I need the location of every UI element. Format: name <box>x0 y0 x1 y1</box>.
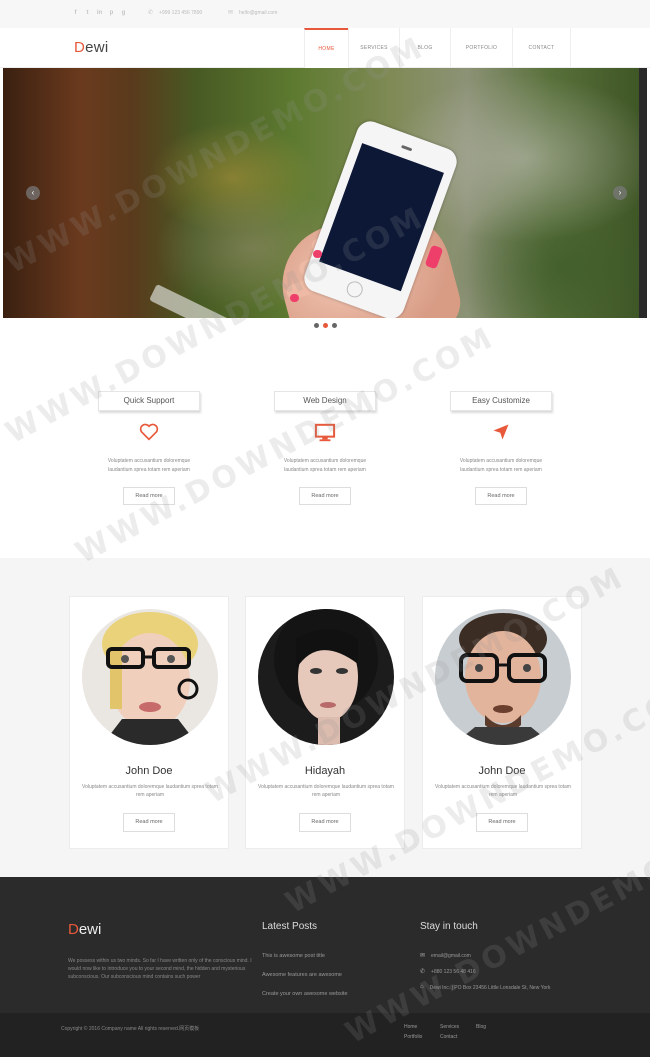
avatar <box>82 609 218 745</box>
post-link[interactable]: This is awesome post title <box>262 953 325 959</box>
team-name: John Doe <box>125 765 173 777</box>
team-section: John Doe Voluptatem accusantium doloremq… <box>0 558 650 878</box>
logo[interactable]: Dewi <box>74 39 109 56</box>
footer-logo-text: ewi <box>78 921 102 938</box>
navbar: Dewi Home Services Blog Portfolio Contac… <box>0 28 650 68</box>
avatar <box>258 609 394 745</box>
footer: Dewi We possess within us two minds. So … <box>0 877 650 1013</box>
team-text: Voluptatem accusantium doloremque laudan… <box>258 784 394 798</box>
team-name: Hidayah <box>304 765 346 777</box>
feature-title: Quick Support <box>98 391 200 411</box>
team-text: Voluptatem accusantium doloremque laudan… <box>435 784 571 798</box>
team-name: John Doe <box>478 765 526 777</box>
phone-home-button <box>344 279 365 300</box>
latest-posts-heading: Latest Posts <box>262 921 318 932</box>
hero-edge <box>639 68 647 318</box>
feature-text: Voluptatem accusantium doloremque laudan… <box>283 458 367 473</box>
slider-dots <box>314 323 337 328</box>
feature-easy-customize: Easy Customize Voluptatem accusantium do… <box>441 391 561 505</box>
contact-email: ✉ email@gmail.com <box>420 952 471 960</box>
contact-phone-text: +880 123 56 48 416 <box>431 968 476 975</box>
envelope-icon: ✉ <box>420 953 426 959</box>
slider-next-button[interactable]: › <box>613 186 627 200</box>
footer-about: We possess within us two minds. So far I… <box>68 958 252 980</box>
monitor-icon <box>265 423 385 445</box>
team-card: John Doe Voluptatem accusantium doloremq… <box>422 596 582 849</box>
team-card: John Doe Voluptatem accusantium doloremq… <box>69 596 229 849</box>
footer-logo-initial: D <box>68 921 79 938</box>
slider-dot-active[interactable] <box>323 323 328 328</box>
nav-blog[interactable]: Blog <box>399 28 450 68</box>
contact-address-text: Dewi Inc. | PO Box 23456 Little Lonsdale… <box>429 985 551 991</box>
footer-link-home[interactable]: Home <box>404 1024 440 1030</box>
pinterest-icon[interactable]: p <box>108 10 115 17</box>
nav-home[interactable]: Home <box>304 28 348 68</box>
bottom-bar: Copyright © 2016 Company name All rights… <box>0 1013 650 1057</box>
read-more-button[interactable]: Read more <box>299 813 351 832</box>
footer-link-portfolio[interactable]: Portfolio <box>404 1034 440 1040</box>
read-more-button[interactable]: Read more <box>123 813 175 832</box>
team-text: Voluptatem accusantium doloremque laudan… <box>82 784 218 798</box>
read-more-button[interactable]: Read more <box>299 487 351 505</box>
nav-portfolio[interactable]: Portfolio <box>450 28 512 68</box>
nav-contact[interactable]: Contact <box>512 28 571 68</box>
phone-icon: ✆ <box>148 10 154 16</box>
heart-icon <box>89 423 209 445</box>
slider-dot[interactable] <box>314 323 319 328</box>
home-icon: ⌂ <box>420 984 424 990</box>
phone-speaker <box>400 144 413 152</box>
contact-address: ⌂ Dewi Inc. | PO Box 23456 Little Lonsda… <box>420 984 580 992</box>
logo-text: ewi <box>85 39 109 56</box>
feature-text: Voluptatem accusantium doloremque laudan… <box>459 458 543 473</box>
hero-slider: ‹ › <box>3 68 647 318</box>
read-more-button[interactable]: Read more <box>123 487 175 505</box>
google-plus-icon[interactable]: g <box>120 10 127 17</box>
stay-in-touch-heading: Stay in touch <box>420 921 478 932</box>
top-phone-text: +999 123 456 7890 <box>159 9 203 16</box>
footer-link-contact[interactable]: Contact <box>440 1034 476 1040</box>
hero-nail <box>313 250 322 258</box>
footer-nav: Home Services Blog Portfolio Contact <box>404 1024 512 1044</box>
linkedin-icon[interactable]: in <box>96 10 103 17</box>
footer-link-services[interactable]: Services <box>440 1024 476 1030</box>
feature-quick-support: Quick Support Voluptatem accusantium dol… <box>89 391 209 505</box>
twitter-icon[interactable]: t <box>84 10 91 17</box>
location-arrow-icon <box>441 423 561 445</box>
read-more-button[interactable]: Read more <box>476 813 528 832</box>
phone-icon: ✆ <box>420 969 426 975</box>
top-email: ✉ hello@gmail.com <box>228 9 277 17</box>
post-link[interactable]: Awesome features are awesome <box>262 972 342 978</box>
footer-logo[interactable]: Dewi <box>68 921 101 938</box>
post-link[interactable]: Create your own awesome website <box>262 991 348 997</box>
envelope-icon: ✉ <box>228 10 234 16</box>
top-bar: f t in p g ✆ +999 123 456 7890 ✉ hello@g… <box>0 0 650 28</box>
top-phone: ✆ +999 123 456 7890 <box>148 9 203 17</box>
copyright: Copyright © 2016 Company name All rights… <box>61 1026 200 1032</box>
feature-web-design: Web Design Voluptatem accusantium dolore… <box>265 391 385 505</box>
footer-link-blog[interactable]: Blog <box>476 1024 512 1030</box>
slider-prev-button[interactable]: ‹ <box>26 186 40 200</box>
logo-initial: D <box>74 39 86 56</box>
facebook-icon[interactable]: f <box>72 10 79 17</box>
main-nav: Home Services Blog Portfolio Contact <box>304 28 571 68</box>
contact-email-text[interactable]: email@gmail.com <box>431 953 471 959</box>
top-email-text[interactable]: hello@gmail.com <box>239 10 277 16</box>
avatar <box>435 609 571 745</box>
read-more-button[interactable]: Read more <box>475 487 527 505</box>
team-card: Hidayah Voluptatem accusantium doloremqu… <box>245 596 405 849</box>
feature-title: Easy Customize <box>450 391 552 411</box>
nav-services[interactable]: Services <box>348 28 399 68</box>
feature-title: Web Design <box>274 391 376 411</box>
slider-dot[interactable] <box>332 323 337 328</box>
contact-phone: ✆ +880 123 56 48 416 <box>420 968 476 976</box>
hero-nail <box>290 294 299 302</box>
feature-text: Voluptatem accusantium doloremque laudan… <box>107 458 191 473</box>
social-links: f t in p g <box>72 10 127 17</box>
